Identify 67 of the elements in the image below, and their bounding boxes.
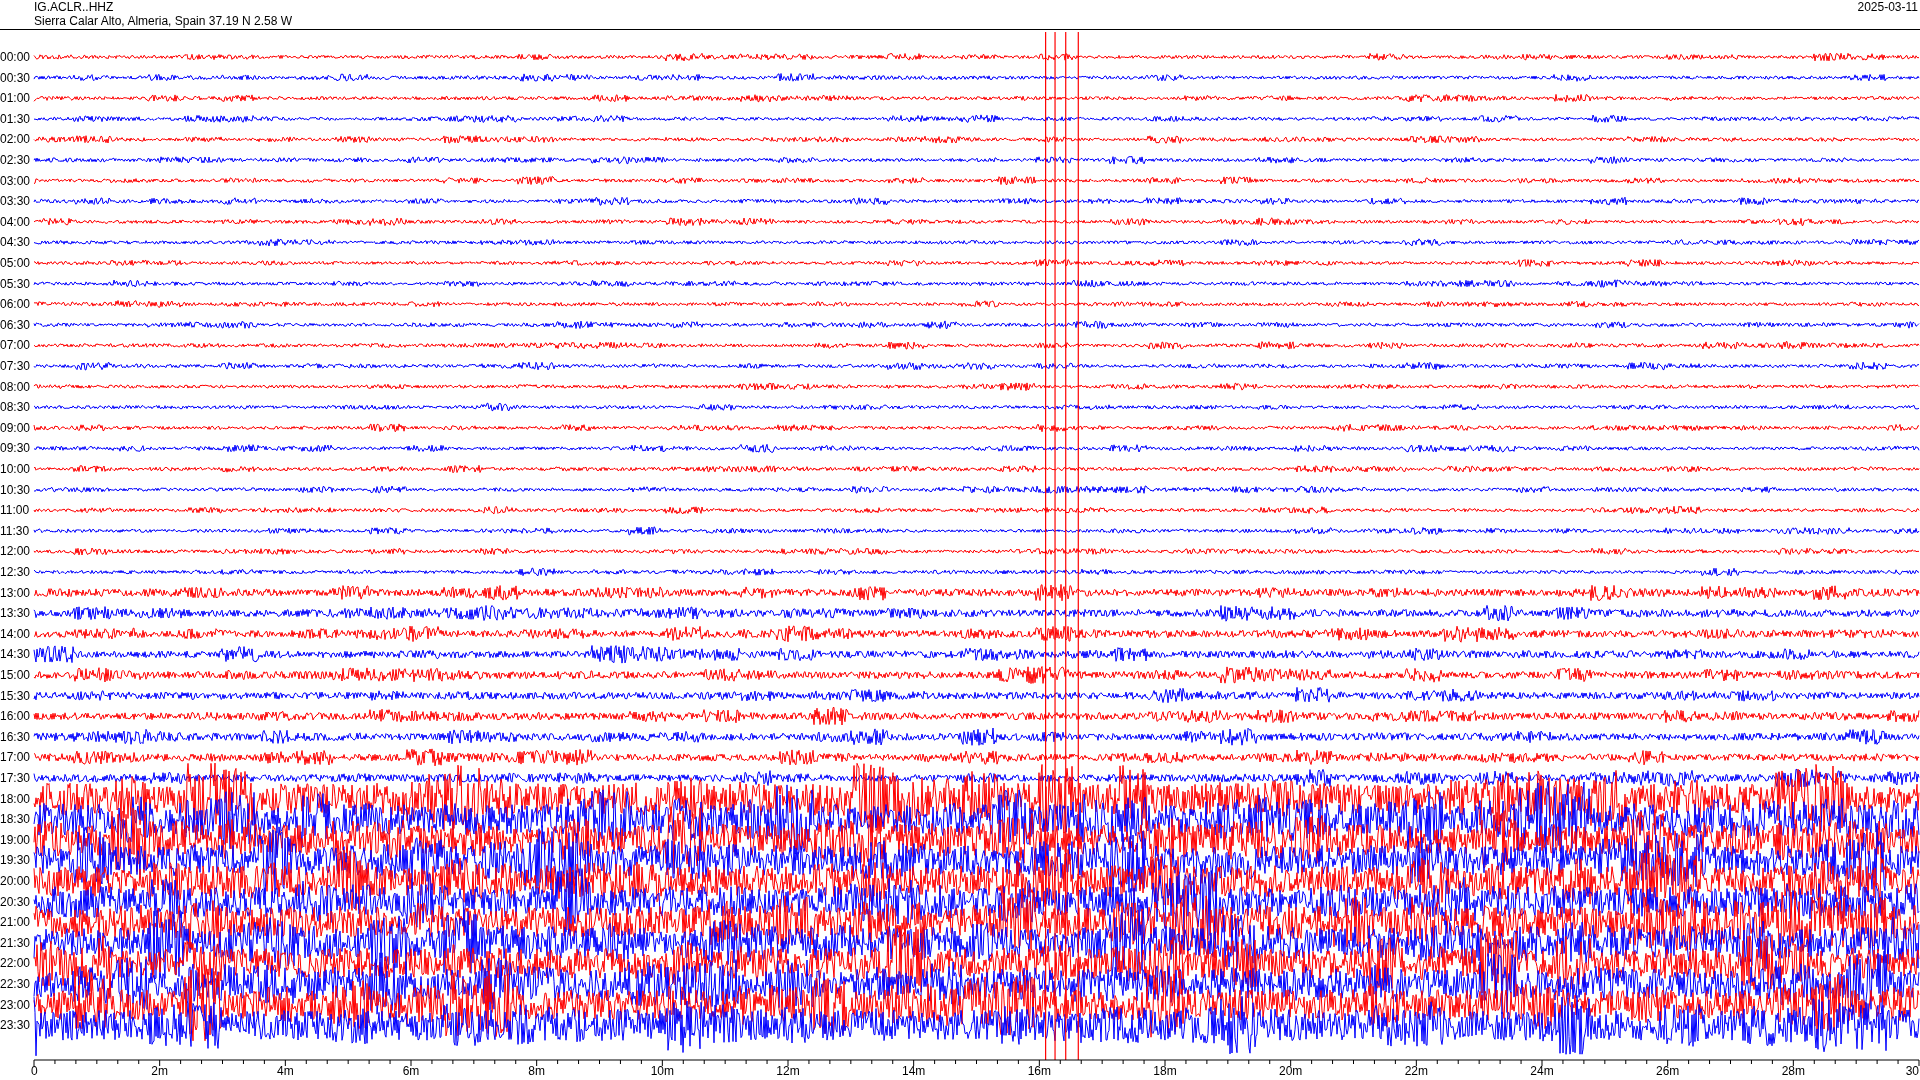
time-label: 14:30	[0, 647, 31, 662]
axis-tick-label: 14m	[902, 1064, 926, 1078]
axis-tick-label: 2m	[151, 1064, 168, 1078]
time-label: 16:30	[0, 729, 31, 744]
time-label: 09:30	[0, 441, 31, 456]
time-label: 19:30	[0, 853, 31, 868]
time-label: 06:30	[0, 317, 31, 332]
time-label: 13:00	[0, 585, 31, 600]
time-label: 00:00	[0, 50, 31, 64]
axis-tick-label: 28m	[1781, 1064, 1805, 1078]
time-label: 07:30	[0, 359, 31, 373]
time-label: 07:00	[0, 338, 31, 353]
axis-tick-label: 0	[31, 1064, 38, 1078]
time-label: 18:30	[0, 812, 31, 827]
time-label: 00:30	[0, 70, 31, 85]
time-label: 05:00	[0, 256, 31, 270]
axis-tick-label: 24m	[1530, 1064, 1554, 1078]
time-label: 21:30	[0, 935, 31, 950]
axis-tick-label: 30	[1905, 1064, 1919, 1078]
time-label: 01:00	[0, 91, 31, 106]
time-label: 22:30	[0, 977, 31, 991]
axis-tick-label: 16m	[1027, 1064, 1051, 1078]
time-label: 04:30	[0, 235, 31, 250]
time-label: 02:30	[0, 153, 31, 167]
time-label: 03:30	[0, 194, 31, 209]
time-label: 03:00	[0, 173, 31, 188]
time-label: 20:30	[0, 894, 31, 909]
time-label: 14:00	[0, 626, 31, 641]
time-label: 12:00	[0, 544, 31, 559]
time-label: 20:00	[0, 874, 31, 888]
station-location: Sierra Calar Alto, Almeria, Spain 37.19 N 2.58 W	[34, 14, 293, 28]
axis-tick-label: 6m	[402, 1064, 420, 1078]
time-label: 10:00	[0, 462, 31, 476]
time-label: 04:00	[0, 214, 31, 229]
date-label: 2025-03-11	[1857, 0, 1918, 16]
time-label: 08:00	[0, 379, 31, 394]
axis-tick-label: 20m	[1279, 1064, 1303, 1078]
time-label: 11:00	[0, 503, 30, 518]
station-code: IG.ACLR..HHZ	[34, 0, 115, 14]
axis-tick-label: 4m	[277, 1064, 294, 1078]
time-label: 06:00	[0, 297, 31, 312]
time-label: 15:30	[0, 688, 31, 703]
time-label: 01:30	[0, 111, 31, 126]
axis-tick-label: 10m	[650, 1064, 674, 1078]
time-label: 15:00	[0, 668, 31, 682]
time-label: 18:00	[0, 791, 31, 806]
time-label: 17:30	[0, 771, 31, 785]
axis-tick-label: 8m	[528, 1064, 545, 1078]
time-label: 16:00	[0, 709, 31, 724]
time-label: 17:00	[0, 750, 31, 765]
time-label: 09:00	[0, 420, 31, 435]
time-label: 08:30	[0, 400, 31, 415]
time-label: 19:00	[0, 832, 31, 847]
axis-tick-label: 26m	[1656, 1064, 1680, 1078]
time-label: 21:00	[0, 915, 31, 930]
axis-tick-label: 18m	[1153, 1064, 1177, 1078]
time-label: 22:00	[0, 956, 31, 971]
axis-tick-label: 12m	[776, 1064, 800, 1078]
time-label: 12:30	[0, 565, 31, 579]
time-label: 23:30	[0, 1018, 31, 1033]
time-label: 10:30	[0, 482, 31, 497]
time-label: 13:30	[0, 606, 31, 621]
time-label: 23:00	[0, 997, 31, 1012]
time-label: 11:30	[0, 523, 30, 538]
time-label: 05:30	[0, 276, 31, 291]
axis-tick-label: 22m	[1404, 1064, 1428, 1078]
time-label: 02:00	[0, 132, 31, 147]
